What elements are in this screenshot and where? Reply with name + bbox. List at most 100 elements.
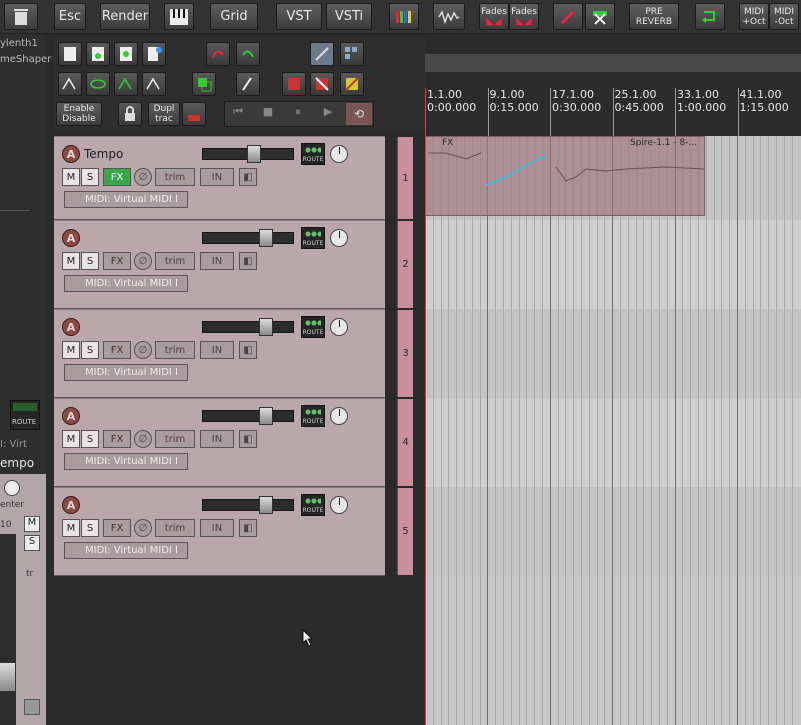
arrange-scrollbar[interactable] [425, 54, 801, 72]
input-select[interactable]: IN [200, 252, 234, 270]
timeline-ruler[interactable]: 1.1.00 0:00.000 9.1.00 0:15.000 17.1.00 0:30.… [425, 88, 801, 136]
record-arm-button[interactable] [182, 102, 206, 126]
pan-knob[interactable] [330, 318, 348, 336]
mute-button[interactable]: M [62, 519, 80, 537]
input-monitor-icon[interactable]: ◧ [239, 430, 257, 448]
disable-fx-button[interactable] [340, 72, 364, 96]
fx-button[interactable]: FX [103, 341, 131, 359]
color-button[interactable] [389, 3, 419, 30]
pencil-button[interactable] [553, 3, 583, 30]
record-arm-button[interactable]: A [62, 407, 80, 425]
split-button[interactable] [585, 3, 615, 30]
copy-button[interactable] [192, 72, 216, 96]
volume-fader[interactable] [202, 229, 294, 247]
volume-fader-handle[interactable] [259, 407, 273, 425]
undo-button[interactable] [206, 42, 230, 66]
route-button[interactable]: ROUTE [301, 227, 325, 249]
input-select[interactable]: IN [200, 168, 234, 186]
track-name[interactable]: Tempo [84, 145, 194, 163]
play-icon[interactable]: ▶ [318, 105, 338, 123]
loop-icon[interactable]: ⟲ [346, 103, 372, 125]
envelope-lanes-button[interactable] [142, 72, 166, 96]
route-button[interactable]: ROUTE [301, 405, 325, 427]
midi-octave-up-button[interactable]: MIDI +Oct [739, 3, 769, 30]
pan-knob[interactable] [4, 480, 20, 496]
trash-button[interactable] [4, 3, 38, 30]
fx-button[interactable]: FX [103, 519, 131, 537]
trim-button[interactable]: trim [155, 168, 195, 186]
midi-input-select[interactable]: MIDI: Virtual MIDI I [64, 542, 188, 559]
solo-button[interactable]: S [24, 535, 40, 551]
stop-icon[interactable]: ■ [258, 105, 278, 123]
volume-fader-handle[interactable] [0, 662, 16, 692]
unmute-all-button[interactable] [310, 72, 334, 96]
new-track-button[interactable] [58, 42, 82, 66]
record-arm-button[interactable]: A [62, 496, 80, 514]
midi-input-select[interactable]: MIDI: Virtual MIDI I [64, 453, 188, 470]
vst-button[interactable]: VST [276, 3, 322, 30]
mute-button[interactable]: M [62, 168, 80, 186]
trim-button[interactable]: trim [155, 430, 195, 448]
pan-knob[interactable] [330, 229, 348, 247]
phase-icon[interactable]: ∅ [134, 252, 152, 270]
redo-button[interactable] [236, 42, 260, 66]
midi-input-select[interactable]: MIDI: Virtual MIDI I [64, 275, 188, 292]
snap-button[interactable] [310, 42, 334, 66]
volume-fader[interactable] [202, 407, 294, 425]
enable-disable-button[interactable]: Enable Disable [56, 102, 102, 126]
solo-button[interactable]: S [81, 252, 99, 270]
input-monitor-icon[interactable]: ◧ [239, 168, 257, 186]
record-arm-button[interactable]: A [62, 318, 80, 336]
input-monitor-icon[interactable]: ◧ [239, 341, 257, 359]
track-5[interactable]: A ROUTE M S FX ∅ trim IN ◧ MIDI: Virtual MIDI I 5 [54, 487, 413, 576]
record-arm-button[interactable]: A [62, 229, 80, 247]
input-select[interactable]: IN [200, 430, 234, 448]
route-button[interactable]: ROUTE [301, 316, 325, 338]
mute-button[interactable]: M [62, 341, 80, 359]
phase-icon[interactable]: ∅ [134, 168, 152, 186]
fx-button[interactable]: FX [103, 252, 131, 270]
info-button[interactable] [142, 42, 166, 66]
mute-all-button[interactable] [282, 72, 306, 96]
volume-fader[interactable] [202, 496, 294, 514]
input-select[interactable]: IN [200, 341, 234, 359]
mute-button[interactable]: M [62, 252, 80, 270]
mute-button[interactable]: M [24, 516, 40, 532]
fx-button[interactable]: FX [103, 168, 131, 186]
route-button[interactable]: ROUTE [301, 143, 325, 165]
volume-fader[interactable] [202, 145, 294, 163]
pause-icon[interactable]: ⏸ [288, 105, 308, 123]
pan-knob[interactable] [330, 407, 348, 425]
trim-button[interactable]: trim [155, 341, 195, 359]
folder-icon[interactable] [24, 699, 40, 715]
track-2[interactable]: A ROUTE M S FX ∅ trim IN ◧ MIDI: Virtual MIDI I 2 [54, 220, 413, 309]
esc-button[interactable]: Esc [54, 3, 86, 30]
pre-reverb-button[interactable]: PRE REVERB [629, 3, 679, 30]
input-select[interactable]: IN [200, 519, 234, 537]
phase-icon[interactable]: ∅ [134, 341, 152, 359]
route-button[interactable]: ROUTE [301, 494, 325, 516]
pan-knob[interactable] [330, 496, 348, 514]
volume-fader-handle[interactable] [247, 145, 261, 163]
route-button[interactable]: ROUTE [10, 400, 40, 430]
arrange-view[interactable]: Spire-1.1 - 8-... FX [425, 136, 801, 725]
track-name[interactable] [84, 318, 194, 336]
undo-loop-button[interactable] [695, 3, 725, 30]
trim-button[interactable]: trim [155, 519, 195, 537]
automation-button[interactable] [236, 72, 260, 96]
solo-button[interactable]: S [81, 430, 99, 448]
load-button[interactable] [114, 42, 138, 66]
trim-button[interactable]: trim [155, 252, 195, 270]
track-name[interactable] [84, 229, 194, 247]
duplicate-track-button[interactable]: Dupl trac [148, 102, 180, 126]
waveform-button[interactable] [433, 3, 465, 30]
volume-fader[interactable] [202, 318, 294, 336]
phase-icon[interactable]: ∅ [134, 519, 152, 537]
phase-icon[interactable]: ∅ [134, 430, 152, 448]
lock-button[interactable] [118, 102, 142, 126]
solo-button[interactable]: S [81, 168, 99, 186]
render-button[interactable]: Render [100, 3, 150, 30]
track-1[interactable]: A Tempo ROUTE M S FX ∅ trim IN ◧ MIDI: Virtual MID… [54, 136, 413, 220]
input-monitor-icon[interactable]: ◧ [239, 519, 257, 537]
piano-button[interactable] [164, 3, 194, 30]
